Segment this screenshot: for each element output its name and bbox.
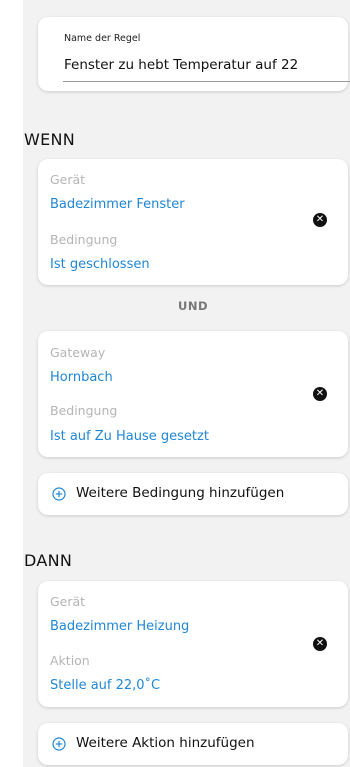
rule-editor-screen: Name der Regel Fenster zu hebt Temperatu…: [23, 0, 350, 767]
action-card-1[interactable]: Gerät Badezimmer Heizung Aktion Stelle a…: [38, 581, 348, 707]
action-1-action-value[interactable]: Stelle auf 22,0˚C: [50, 678, 160, 693]
rule-name-label: Name der Regel: [64, 33, 141, 44]
condition-2-condition-value[interactable]: Ist auf Zu Hause gesetzt: [50, 429, 209, 444]
rule-name-underline: [63, 81, 350, 82]
rule-name-input[interactable]: Fenster zu hebt Temperatur auf 22: [64, 57, 298, 73]
action-1-source-value[interactable]: Badezimmer Heizung: [50, 619, 189, 634]
condition-1-condition-label: Bedingung: [50, 232, 118, 247]
condition-1-condition-value[interactable]: Ist geschlossen: [50, 257, 150, 272]
plus-circle-icon: [52, 737, 66, 751]
action-1-action-label: Aktion: [50, 653, 90, 668]
close-circle-icon[interactable]: ✕: [313, 387, 327, 401]
then-section-title: DANN: [24, 551, 73, 570]
and-connector: UND: [177, 299, 208, 313]
plus-circle-icon: [52, 487, 66, 501]
add-condition-button[interactable]: Weitere Bedingung hinzufügen: [38, 473, 348, 515]
add-condition-label: Weitere Bedingung hinzufügen: [76, 485, 285, 501]
condition-2-source-label: Gateway: [50, 345, 106, 360]
rule-name-card: Name der Regel Fenster zu hebt Temperatu…: [38, 17, 350, 91]
add-action-label: Weitere Aktion hinzufügen: [76, 735, 255, 751]
condition-card-1[interactable]: Gerät Badezimmer Fenster Bedingung Ist g…: [38, 159, 348, 285]
condition-2-condition-label: Bedingung: [50, 403, 118, 418]
condition-1-source-value[interactable]: Badezimmer Fenster: [50, 197, 185, 212]
close-circle-icon[interactable]: ✕: [313, 637, 327, 651]
close-circle-icon[interactable]: ✕: [313, 213, 327, 227]
condition-card-2[interactable]: Gateway Hornbach Bedingung Ist auf Zu Ha…: [38, 331, 348, 457]
condition-1-source-label: Gerät: [50, 172, 86, 187]
action-1-source-label: Gerät: [50, 594, 86, 609]
add-action-button[interactable]: Weitere Aktion hinzufügen: [38, 723, 348, 765]
condition-2-source-value[interactable]: Hornbach: [50, 370, 113, 385]
if-section-title: WENN: [24, 130, 76, 149]
